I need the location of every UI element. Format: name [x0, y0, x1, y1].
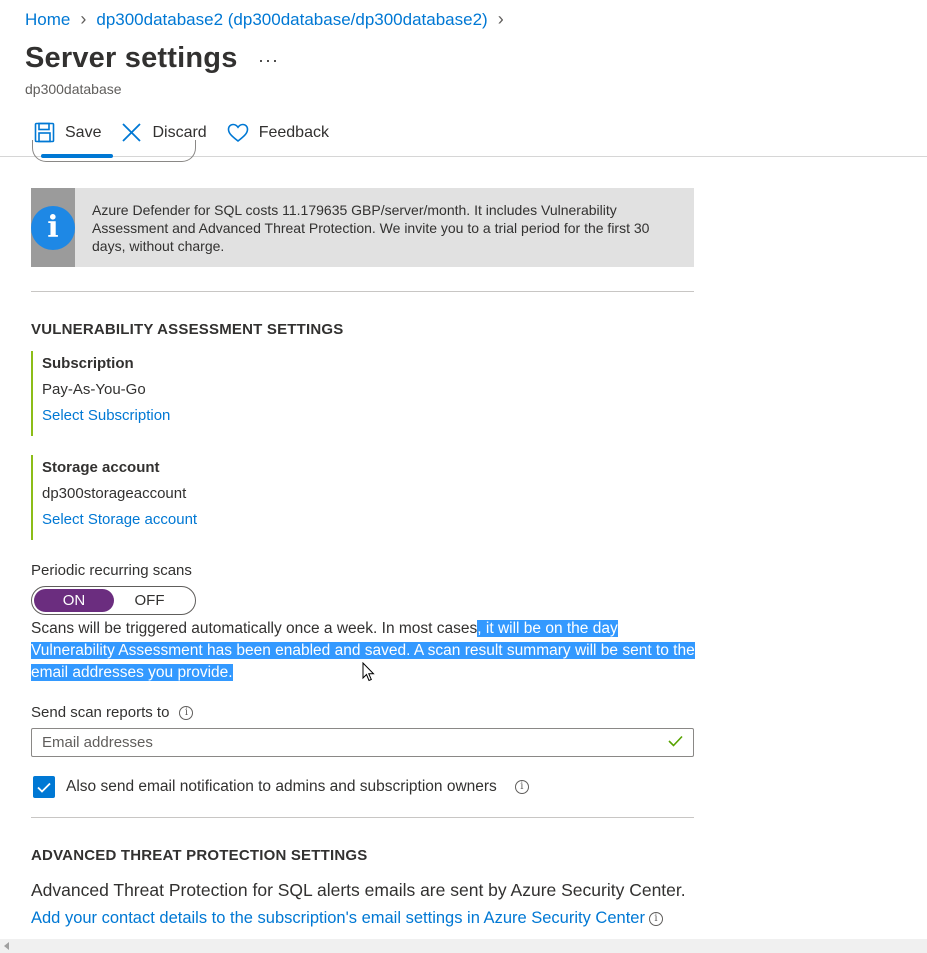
- info-icon: i: [31, 205, 75, 250]
- storage-account-label: Storage account: [42, 459, 160, 476]
- chevron-right-icon: ›: [497, 9, 504, 29]
- more-options-button[interactable]: ···: [258, 50, 279, 71]
- horizontal-scrollbar[interactable]: [0, 939, 927, 953]
- info-banner: i Azure Defender for SQL costs 11.179635…: [31, 188, 694, 267]
- breadcrumb: Home › dp300database2 (dp300database/dp3…: [25, 9, 504, 30]
- breadcrumb-database-link[interactable]: dp300database2 (dp300database/dp300datab…: [96, 10, 487, 30]
- select-storage-account-link[interactable]: Select Storage account: [42, 507, 197, 533]
- select-subscription-link[interactable]: Select Subscription: [42, 403, 170, 429]
- periodic-scans-label: Periodic recurring scans: [31, 562, 192, 579]
- mouse-pointer-icon: [362, 661, 375, 687]
- storage-account-group: Storage account dp300storageaccount Sele…: [31, 455, 197, 540]
- atp-contact-link[interactable]: Add your contact details to the subscrip…: [31, 909, 645, 928]
- va-section-title: VULNERABILITY ASSESSMENT SETTINGS: [31, 321, 344, 338]
- page-title: Server settings: [25, 42, 238, 74]
- checkmark-icon: [37, 782, 51, 793]
- subscription-group: Subscription Pay-As-You-Go Select Subscr…: [31, 351, 170, 436]
- section-divider: [31, 291, 694, 292]
- subscription-value: Pay-As-You-Go: [42, 381, 146, 398]
- info-circle-icon[interactable]: i: [514, 780, 529, 794]
- info-circle-icon[interactable]: i: [648, 911, 663, 926]
- feedback-label: Feedback: [258, 123, 329, 141]
- scrolled-toggle[interactable]: [32, 140, 196, 162]
- breadcrumb-home-link[interactable]: Home: [25, 10, 70, 30]
- atp-section-title: ADVANCED THREAT PROTECTION SETTINGS: [31, 847, 368, 864]
- scroll-left-icon[interactable]: [4, 942, 9, 950]
- discard-label: Discard: [152, 123, 207, 141]
- section-divider: [31, 817, 694, 818]
- checkmark-icon: [668, 734, 683, 751]
- toggle-off-option[interactable]: OFF: [114, 589, 193, 612]
- notify-admins-label: Also send email notification to admins a…: [66, 778, 497, 795]
- email-addresses-field[interactable]: [31, 728, 694, 757]
- info-banner-text: Azure Defender for SQL costs 11.179635 G…: [92, 202, 650, 254]
- page-subtitle: dp300database: [25, 81, 122, 97]
- heart-icon: [227, 123, 249, 143]
- save-label: Save: [65, 123, 102, 141]
- chevron-right-icon: ›: [80, 9, 87, 29]
- notify-admins-row: Also send email notification to admins a…: [33, 776, 529, 798]
- notify-admins-checkbox[interactable]: [33, 776, 55, 798]
- atp-description: Advanced Threat Protection for SQL alert…: [31, 880, 686, 900]
- feedback-button[interactable]: Feedback: [227, 123, 329, 143]
- toggle-on-option[interactable]: ON: [34, 589, 114, 612]
- storage-account-value: dp300storageaccount: [42, 485, 187, 502]
- info-circle-icon[interactable]: i: [179, 705, 194, 720]
- send-reports-label: Send scan reports to i: [31, 704, 194, 721]
- atp-contact-link-row: Add your contact details to the subscrip…: [31, 909, 663, 928]
- subscription-label: Subscription: [42, 355, 134, 372]
- periodic-scans-toggle[interactable]: ON OFF: [31, 586, 196, 615]
- email-addresses-input[interactable]: [42, 734, 668, 751]
